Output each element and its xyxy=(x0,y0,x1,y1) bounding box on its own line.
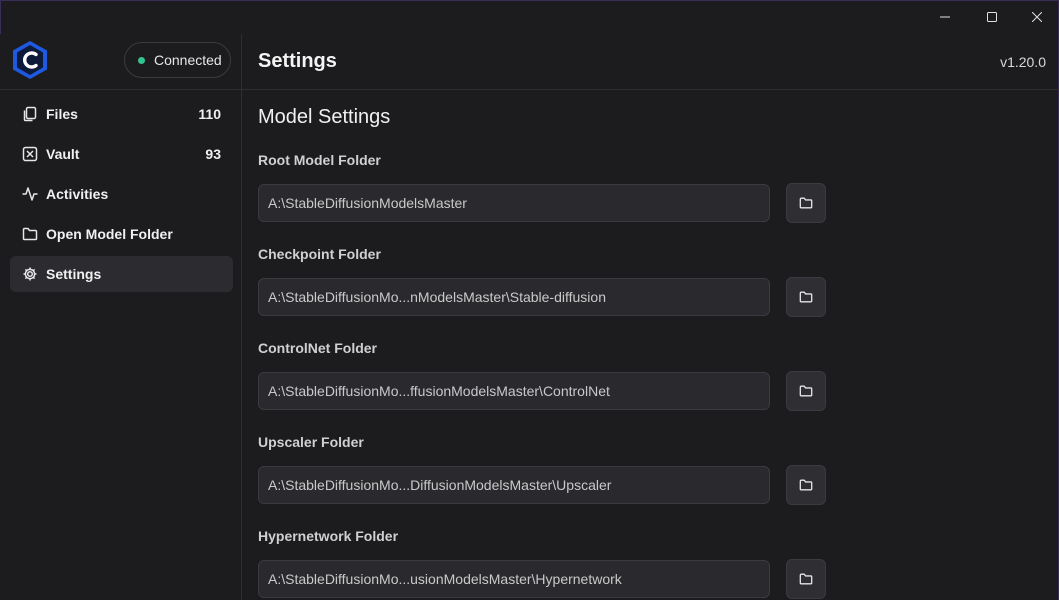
sidebar-header: Connected xyxy=(0,34,241,90)
section-title: Model Settings xyxy=(258,106,391,128)
hypernetwork-folder-input[interactable] xyxy=(258,560,770,598)
sidebar-item-label: Activities xyxy=(46,186,109,202)
controlnet-folder-input[interactable] xyxy=(258,372,770,410)
sidebar-item-activities[interactable]: Activities xyxy=(10,176,233,212)
sidebar-item-label: Files xyxy=(46,106,78,122)
root-model-folder-browse-button[interactable] xyxy=(786,183,826,223)
gear-icon xyxy=(22,266,38,282)
upscaler-folder-input[interactable] xyxy=(258,466,770,504)
root-model-folder-input[interactable] xyxy=(258,184,770,222)
status-dot-icon xyxy=(138,56,145,64)
sidebar-item-label: Vault xyxy=(46,146,80,162)
folder-icon xyxy=(799,479,813,491)
main-header: Settings v1.20.0 xyxy=(242,34,1059,90)
sidebar-item-label: Settings xyxy=(46,266,102,282)
hypernetwork-folder-label: Hypernetwork Folder xyxy=(258,528,399,544)
files-icon xyxy=(22,106,38,122)
checkpoint-folder-input[interactable] xyxy=(258,278,770,316)
title-bar xyxy=(0,0,1059,34)
connection-status-label: Connected xyxy=(154,52,222,68)
upscaler-folder-browse-button[interactable] xyxy=(786,465,826,505)
minimize-icon xyxy=(940,16,950,18)
sidebar-item-count: 93 xyxy=(205,146,221,162)
sidebar-item-files[interactable]: Files 110 xyxy=(10,96,233,132)
maximize-icon xyxy=(987,12,997,22)
folder-icon xyxy=(799,197,813,209)
sidebar-item-vault[interactable]: Vault 93 xyxy=(10,136,233,172)
activity-icon xyxy=(22,186,38,202)
sidebar-item-count: 110 xyxy=(198,106,221,122)
folder-icon xyxy=(799,385,813,397)
sidebar-item-open-model-folder[interactable]: Open Model Folder xyxy=(10,216,233,252)
sidebar-item-label: Open Model Folder xyxy=(46,226,173,242)
checkpoint-folder-label: Checkpoint Folder xyxy=(258,246,381,262)
checkpoint-folder-browse-button[interactable] xyxy=(786,277,826,317)
hypernetwork-folder-browse-button[interactable] xyxy=(786,559,826,599)
sidebar-item-settings[interactable]: Settings xyxy=(10,256,233,292)
upscaler-folder-label: Upscaler Folder xyxy=(258,434,364,450)
close-button[interactable] xyxy=(1014,0,1059,34)
sidebar-nav: Files 110 Vault 93 Activities Open Model… xyxy=(10,96,233,296)
minimize-button[interactable] xyxy=(922,0,968,34)
controlnet-folder-browse-button[interactable] xyxy=(786,371,826,411)
folder-icon xyxy=(799,291,813,303)
folder-icon xyxy=(22,226,38,242)
connection-status-badge: Connected xyxy=(124,42,231,78)
root-model-folder-label: Root Model Folder xyxy=(258,152,381,168)
folder-icon xyxy=(799,573,813,585)
version-label: v1.20.0 xyxy=(1000,54,1046,70)
controlnet-folder-label: ControlNet Folder xyxy=(258,340,377,356)
close-icon xyxy=(1032,12,1042,22)
app-logo-icon xyxy=(12,40,48,80)
page-title: Settings xyxy=(258,50,337,72)
maximize-button[interactable] xyxy=(969,0,1015,34)
vault-icon xyxy=(22,146,38,162)
sidebar: Connected Files 110 Vault 93 Activities xyxy=(0,34,242,600)
